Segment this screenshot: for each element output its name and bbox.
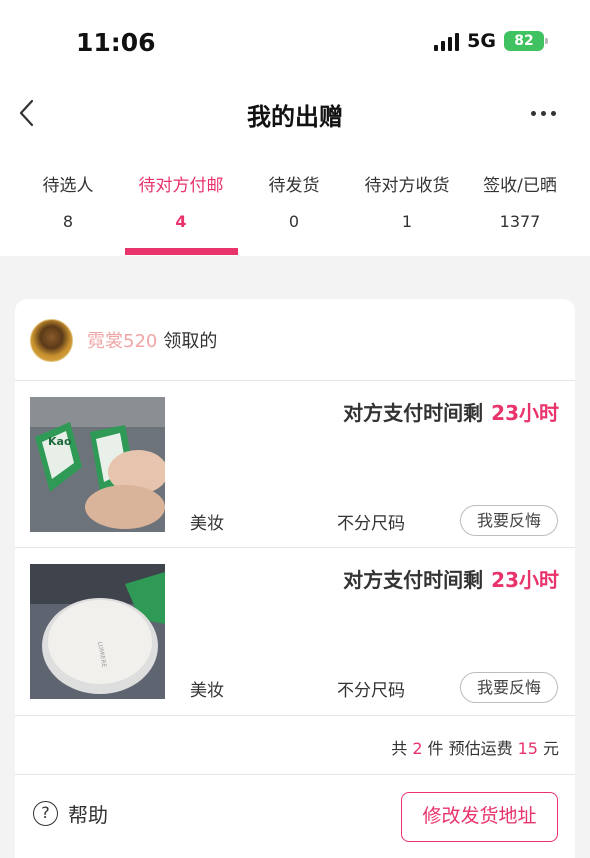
tab-label: 签收/已晒 (483, 176, 557, 196)
list-item[interactable]: Kao 对方支付时间剩 23小时 美妆 不分尺码 我要反悔 (15, 381, 575, 548)
signal-icon (434, 31, 460, 51)
tab-pending-selection[interactable]: 待选人 8 (9, 170, 127, 256)
tab-awaiting-postage[interactable]: 待对方付邮 4 (122, 170, 240, 256)
help-label: 帮助 (68, 803, 108, 827)
timer-value: 23小时 (491, 401, 559, 425)
timer-label: 对方支付时间剩 (343, 568, 484, 592)
divider (15, 715, 575, 716)
product-image: LUMIERE (30, 564, 165, 699)
tab-label: 待对方付邮 (138, 176, 224, 196)
summary-prefix: 共 (391, 739, 408, 758)
more-dots-icon[interactable] (531, 111, 556, 116)
recipient-name[interactable]: 霓裳520 (87, 331, 157, 352)
tab-pending-shipment[interactable]: 待发货 0 (235, 170, 353, 256)
help-button[interactable]: ? 帮助 (33, 799, 108, 828)
timer-value: 23小时 (491, 568, 559, 592)
tab-label: 待对方收货 (364, 176, 450, 196)
timer-label: 对方支付时间剩 (343, 401, 484, 425)
tab-count: 1 (401, 212, 413, 231)
item-size: 不分尺码 (337, 514, 405, 534)
page-title: 我的出赠 (247, 103, 343, 131)
order-summary: 共2件 预估运费 15 元 (391, 735, 559, 759)
tab-count: 8 (62, 212, 74, 231)
regret-button[interactable]: 我要反悔 (460, 505, 558, 536)
edit-address-button[interactable]: 修改发货地址 (401, 792, 558, 842)
payment-timer: 对方支付时间剩 23小时 (343, 564, 559, 593)
network-label: 5G (467, 30, 496, 52)
recipient-line: 霓裳520 领取的 (87, 327, 217, 353)
tab-label: 待发货 (268, 176, 320, 196)
item-size: 不分尺码 (337, 681, 405, 701)
shipping-label: 预估运费 (448, 739, 513, 758)
shipping-fee: 15 (517, 739, 538, 758)
shipping-unit: 元 (542, 739, 559, 758)
tab-count: 4 (175, 212, 187, 231)
tab-count: 0 (288, 212, 300, 231)
divider (15, 774, 575, 775)
tab-label: 待选人 (42, 176, 94, 196)
svg-text:Kao: Kao (48, 435, 72, 448)
item-count: 2 (412, 739, 423, 758)
question-icon: ? (33, 801, 58, 826)
tab-awaiting-receipt[interactable]: 待对方收货 1 (348, 170, 466, 256)
avatar[interactable] (30, 319, 73, 362)
tab-signed-shared[interactable]: 签收/已晒 1377 (461, 170, 579, 256)
tab-count: 1377 (499, 212, 541, 231)
battery-icon: 82 (504, 31, 548, 51)
product-image: Kao (30, 397, 165, 532)
count-unit: 件 (427, 739, 444, 758)
payment-timer: 对方支付时间剩 23小时 (343, 397, 559, 426)
tab-active-indicator (125, 248, 238, 255)
item-category: 美妆 (190, 681, 224, 701)
header-area: 11:06 5G 82 我的出赠 待选人 8 待对方付邮 4 待发货 0 待对方… (0, 0, 590, 256)
list-item[interactable]: LUMIERE 对方支付时间剩 23小时 美妆 不分尺码 我要反悔 (15, 548, 575, 715)
status-time: 11:06 (76, 28, 156, 57)
status-indicators: 5G 82 (434, 30, 548, 52)
order-card: 霓裳520 领取的 Kao 对方支付时间剩 23小时 美妆 不分尺码 我要反悔 (15, 299, 575, 858)
regret-button[interactable]: 我要反悔 (460, 672, 558, 703)
recipient-suffix: 领取的 (163, 331, 218, 352)
item-category: 美妆 (190, 514, 224, 534)
